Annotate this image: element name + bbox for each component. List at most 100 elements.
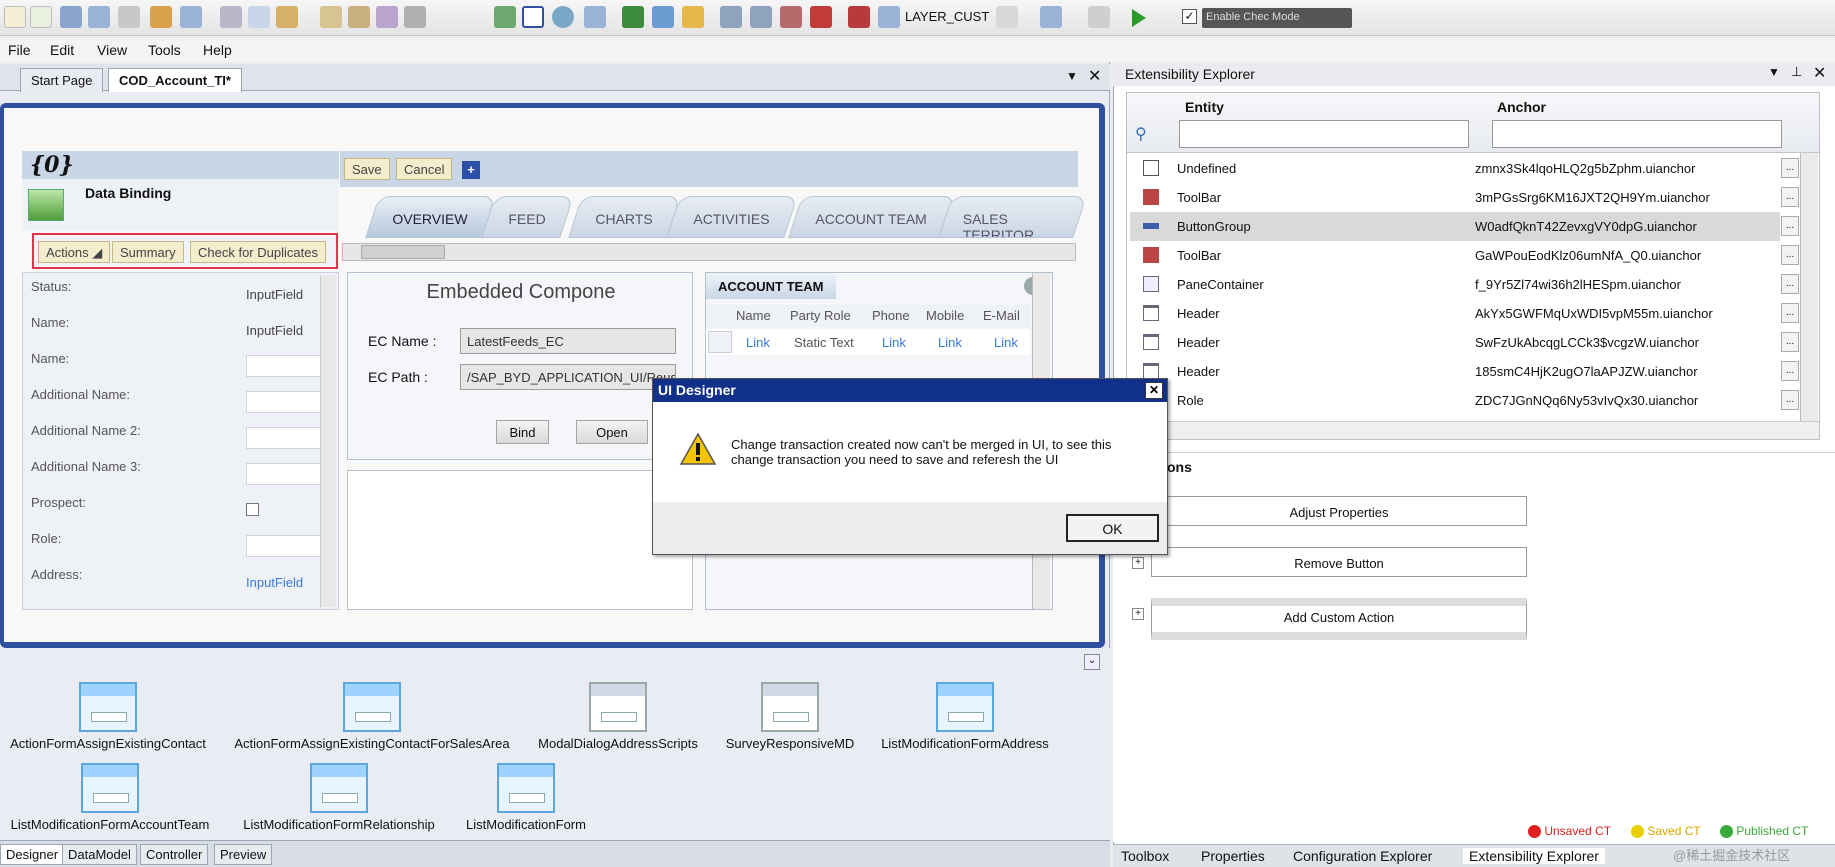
activate-icon[interactable] <box>622 6 644 28</box>
field-input[interactable] <box>246 535 326 557</box>
copy-icon[interactable] <box>248 6 270 28</box>
xml-icon[interactable] <box>1088 6 1110 28</box>
summary-button[interactable]: Summary <box>112 241 184 263</box>
component-item[interactable]: ActionFormAssignExistingContactForSalesA… <box>232 682 512 751</box>
grid-hscrollbar[interactable] <box>1127 421 1819 439</box>
component-item[interactable]: SurveyResponsiveMD <box>715 682 865 751</box>
grid-row[interactable]: Header SwFzUkAbcqgLCCk3$vcgzW.uianchor <box>1130 328 1780 357</box>
grid-row-selected[interactable]: ButtonGroup W0adfQknT42ZevxgVY0dpG.uianch… <box>1130 212 1780 241</box>
ellipsis-button[interactable]: ... <box>1781 390 1799 410</box>
grid-row[interactable]: Header AkYx5GWFMqUxWDI5vpM55m.uianchor <box>1130 299 1780 328</box>
ellipsis-button[interactable]: ... <box>1781 274 1799 294</box>
tab-overview[interactable]: OVERVIEW <box>365 196 497 238</box>
tab-configuration-explorer[interactable]: Configuration Explorer <box>1293 848 1432 864</box>
expand-icon[interactable]: + <box>1132 608 1144 620</box>
save-button[interactable]: Save <box>344 158 390 180</box>
compare-icon[interactable] <box>584 6 606 28</box>
add-icon[interactable]: + <box>462 161 480 179</box>
zoom-icon[interactable] <box>996 6 1018 28</box>
field-value[interactable]: InputField <box>246 323 303 338</box>
tab-extensibility-explorer[interactable]: Extensibility Explorer <box>1463 848 1605 864</box>
replace-icon[interactable] <box>348 6 370 28</box>
grid-row[interactable]: Role ZDC7JGnNQq6Ny53vIvQx30.uianchor <box>1130 386 1780 415</box>
save-icon[interactable] <box>60 6 82 28</box>
paste-icon[interactable] <box>276 6 298 28</box>
component-item[interactable]: ListModificationFormAccountTeam <box>0 763 235 832</box>
field-value[interactable]: InputField <box>246 575 303 590</box>
tab-toolbox[interactable]: Toolbox <box>1121 848 1169 864</box>
tree-delete-icon[interactable] <box>810 6 832 28</box>
edit-icon[interactable] <box>150 6 172 28</box>
grid-row[interactable]: ToolBar 3mPGsSrg6KM16JXT2QH9Ym.uianchor <box>1130 183 1780 212</box>
close-icon[interactable]: ✕ <box>1145 382 1163 399</box>
tab-dropdown-icon[interactable]: ▼ <box>1066 69 1078 83</box>
ellipsis-button[interactable]: ... <box>1781 187 1799 207</box>
tab-activities[interactable]: ACTIVITIES <box>666 196 799 238</box>
prospect-checkbox[interactable] <box>246 503 259 516</box>
cut-icon[interactable] <box>220 6 242 28</box>
ellipsis-button[interactable]: ... <box>1781 216 1799 236</box>
field-input[interactable] <box>246 355 326 377</box>
save-all-icon[interactable] <box>88 6 110 28</box>
tab-start-page[interactable]: Start Page <box>20 68 104 92</box>
check-mode-checkbox[interactable]: ✓ <box>1182 9 1197 24</box>
history-icon[interactable] <box>552 6 574 28</box>
preview-icon[interactable] <box>494 6 516 28</box>
tab-properties[interactable]: Properties <box>1201 848 1265 864</box>
remove-button-button[interactable]: Remove Button <box>1151 547 1527 577</box>
adjust-properties-button[interactable]: Adjust Properties <box>1151 496 1527 526</box>
tab-datamodel[interactable]: DataModel <box>62 844 137 865</box>
dropdown-icon[interactable]: ▼ <box>1768 65 1780 79</box>
field-list-scrollbar[interactable] <box>320 275 336 607</box>
menu-view[interactable]: View <box>97 42 127 58</box>
row-selector[interactable] <box>708 331 732 353</box>
settings-icon[interactable] <box>376 6 398 28</box>
component-item[interactable]: ListModificationForm <box>446 763 606 832</box>
grid-row[interactable]: PaneContainer f_9Yr5Zl74wi36h2lHESpm.uian… <box>1130 270 1780 299</box>
cancel-button[interactable]: Cancel <box>396 158 453 180</box>
cell-link[interactable]: Link <box>746 335 770 350</box>
ellipsis-button[interactable]: ... <box>1781 245 1799 265</box>
ellipsis-button[interactable]: ... <box>1781 158 1799 178</box>
component-item[interactable]: ListModificationFormRelationship <box>214 763 464 832</box>
ec-name-input[interactable]: LatestFeeds_EC <box>460 328 676 354</box>
menu-file[interactable]: File <box>8 42 31 58</box>
cell-link[interactable]: Link <box>882 335 906 350</box>
tab-scroll-thumb[interactable] <box>361 245 445 259</box>
step-icon[interactable] <box>1040 6 1062 28</box>
component-item[interactable]: ActionFormAssignExistingContact <box>0 682 233 751</box>
clean-icon[interactable] <box>682 6 704 28</box>
ellipsis-button[interactable]: ... <box>1781 303 1799 323</box>
entity-filter-input[interactable] <box>1179 120 1469 148</box>
tab-feed[interactable]: FEED <box>481 196 575 238</box>
add-file-icon[interactable] <box>30 6 52 28</box>
menu-help[interactable]: Help <box>203 42 232 58</box>
tab-controller[interactable]: Controller <box>140 844 209 865</box>
refresh-icon[interactable] <box>652 6 674 28</box>
run-icon[interactable] <box>1132 9 1146 27</box>
ok-button[interactable]: OK <box>1066 514 1159 542</box>
grid-row[interactable]: ToolBar GaWPouEodKlz06umNfA_Q0.uianchor <box>1130 241 1780 270</box>
copy-doc-icon[interactable] <box>118 6 140 28</box>
close-icon[interactable]: ✕ <box>1813 63 1826 83</box>
ec-path-input[interactable]: /SAP_BYD_APPLICATION_UI/Reus <box>460 364 676 390</box>
ellipsis-button[interactable]: ... <box>1781 332 1799 352</box>
tab-designer[interactable]: Designer <box>0 844 65 865</box>
field-input[interactable] <box>246 463 326 485</box>
tree-icon[interactable] <box>720 6 742 28</box>
tab-sales-territory[interactable]: SALES TERRITOR <box>938 196 1087 238</box>
actions-button[interactable]: Actions ◢ <box>38 241 111 263</box>
find-icon[interactable] <box>320 6 342 28</box>
window-icon[interactable] <box>522 6 544 28</box>
ellipsis-button[interactable]: ... <box>1781 361 1799 381</box>
new-file-icon[interactable] <box>4 6 26 28</box>
anchor-filter-input[interactable] <box>1492 120 1782 148</box>
check-duplicates-button[interactable]: Check for Duplicates <box>190 241 326 263</box>
tab-account-team[interactable]: ACCOUNT TEAM <box>788 196 956 238</box>
grid-scrollbar[interactable] <box>1800 153 1818 421</box>
close-icon[interactable]: ✕ <box>1088 66 1101 86</box>
open-button[interactable]: Open <box>576 420 648 444</box>
menu-tools[interactable]: Tools <box>148 42 181 58</box>
tree-add-icon[interactable] <box>750 6 772 28</box>
grid-row[interactable]: Undefined zmnx3Sk4lqoHLQ2g5bZphm.uianchor <box>1130 154 1780 183</box>
